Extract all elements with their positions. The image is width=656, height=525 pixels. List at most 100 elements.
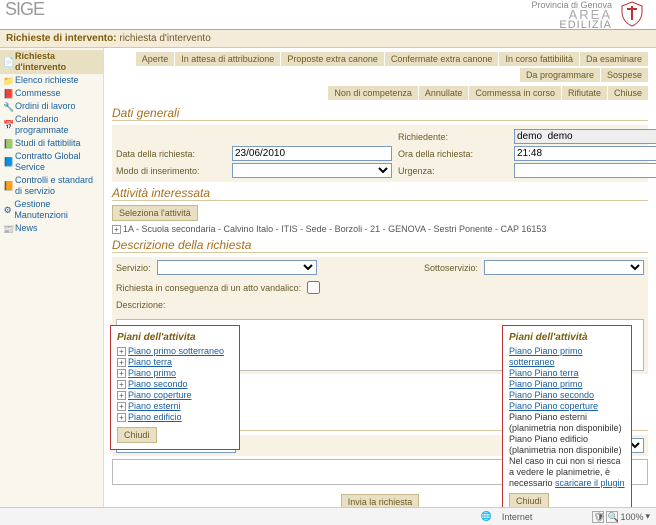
- chevron-down-icon[interactable]: ▾: [645, 511, 650, 522]
- desc-row-2: Richiesta in conseguenza di un atto vand…: [112, 278, 648, 297]
- zoom-icon[interactable]: 🔍: [606, 511, 618, 523]
- sidebar: 📄Richiesta d'intervento📁Elenco richieste…: [0, 48, 104, 508]
- status-net: Internet: [502, 512, 533, 522]
- attivita-text: +1A - Scuola secondaria - Calvino Italo …: [112, 224, 648, 234]
- sidebar-icon: 🔧: [3, 102, 13, 112]
- zoom-controls: 🛡 🔍 100% ▾: [592, 511, 650, 523]
- sidebar-item-0[interactable]: 📄Richiesta d'intervento: [0, 50, 103, 74]
- piano-right-link-0[interactable]: Piano Piano primo sotterraneo: [509, 346, 625, 368]
- sidebar-item-2[interactable]: 📕Commesse: [0, 87, 103, 100]
- tab-non-di-competenza[interactable]: Non di competenza: [328, 86, 418, 100]
- sidebar-label: Calendario programmate: [15, 114, 100, 136]
- section-dati: Dati generali: [112, 106, 648, 121]
- zoom-value: 100%: [620, 512, 643, 522]
- sidebar-icon: 📁: [3, 76, 13, 86]
- sidebar-item-1[interactable]: 📁Elenco richieste: [0, 74, 103, 87]
- expand-icon[interactable]: +: [117, 380, 126, 389]
- expand-icon[interactable]: +: [117, 347, 126, 356]
- area-block: Provincia di Genova AREA EDILIZIA: [531, 0, 612, 30]
- sidebar-label: Richiesta d'intervento: [15, 51, 100, 73]
- expand-icon[interactable]: +: [117, 402, 126, 411]
- sidebar-item-9[interactable]: 📰News: [0, 222, 103, 235]
- tab-chiuse[interactable]: Chiuse: [608, 86, 648, 100]
- piano-link-4[interactable]: +Piano coperture: [117, 390, 233, 401]
- tab-in-corso-fattibilit-[interactable]: In corso fattibilità: [499, 52, 579, 66]
- vand-checkbox[interactable]: [307, 281, 320, 294]
- sidebar-item-7[interactable]: 📙Controlli e standard di servizio: [0, 174, 103, 198]
- servizio-label: Servizio:: [116, 263, 151, 273]
- tab-da-programmare[interactable]: Da programmare: [520, 68, 600, 82]
- piano-link-1[interactable]: +Piano terra: [117, 357, 233, 368]
- tab-sospese[interactable]: Sospese: [601, 68, 648, 82]
- download-plugin-link[interactable]: scaricare il plugin: [555, 478, 625, 488]
- piani-right-txt2: Piano Piano edificio (planimetria non di…: [509, 434, 625, 456]
- piani-right-txt3: Nel caso in cui non si riesca a vedere l…: [509, 456, 625, 489]
- sidebar-icon: 📅: [3, 120, 13, 130]
- sidebar-label: Gestione Manutenzioni: [14, 199, 100, 221]
- tab-in-attesa-di-attribuzione[interactable]: In attesa di attribuzione: [175, 52, 280, 66]
- ora-label: Ora della richiesta:: [398, 149, 508, 159]
- piano-right-link-3[interactable]: Piano Piano secondo: [509, 390, 625, 401]
- sidebar-item-4[interactable]: 📅Calendario programmate: [0, 113, 103, 137]
- expand-icon[interactable]: +: [117, 413, 126, 422]
- invia-button[interactable]: Invia la richiesta: [341, 494, 420, 508]
- sidebar-item-8[interactable]: ⚙Gestione Manutenzioni: [0, 198, 103, 222]
- section-att: Attività interessata: [112, 186, 648, 201]
- modo-select[interactable]: [232, 163, 392, 178]
- expand-icon[interactable]: +: [117, 358, 126, 367]
- data-input[interactable]: [232, 146, 392, 161]
- expand-icon[interactable]: +: [117, 369, 126, 378]
- sidebar-label: Controlli e standard di servizio: [15, 175, 100, 197]
- sottoservizio-select[interactable]: [484, 260, 644, 275]
- piano-link-6[interactable]: +Piano edificio: [117, 412, 233, 423]
- seleziona-attivita-button[interactable]: Seleziona l'attività: [112, 205, 198, 221]
- tab-confermate-extra-canone[interactable]: Confermate extra canone: [385, 52, 499, 66]
- sidebar-icon: 📘: [3, 157, 13, 167]
- area-name: EDILIZIA: [531, 20, 612, 30]
- piano-right-link-1[interactable]: Piano Piano terra: [509, 368, 625, 379]
- breadcrumb: Richieste di intervento: richiesta d'int…: [0, 30, 656, 48]
- sottoservizio-label: Sottoservizio:: [424, 263, 478, 273]
- urg-select[interactable]: [514, 163, 656, 178]
- security-icon[interactable]: 🛡: [592, 511, 604, 523]
- piano-right-link-2[interactable]: Piano Piano primo: [509, 379, 625, 390]
- piano-link-2[interactable]: +Piano primo: [117, 368, 233, 379]
- crest-icon: [618, 0, 646, 28]
- sidebar-icon: 📙: [3, 181, 13, 191]
- dati-form: Richiedente: Data della richiesta: Ora d…: [112, 125, 648, 182]
- sidebar-icon: 📗: [3, 139, 13, 149]
- sidebar-icon: 📕: [3, 89, 13, 99]
- tab-aperte[interactable]: Aperte: [136, 52, 175, 66]
- sidebar-item-3[interactable]: 🔧Ordini di lavoro: [0, 100, 103, 113]
- sidebar-item-6[interactable]: 📘Contratto Global Service: [0, 150, 103, 174]
- tab-annullate[interactable]: Annullate: [419, 86, 469, 100]
- sidebar-label: Commesse: [15, 88, 61, 99]
- piano-link-5[interactable]: +Piano esterni: [117, 401, 233, 412]
- piani-box-left: Piani dell'attivita +Piano primo sotterr…: [110, 325, 240, 450]
- piano-link-3[interactable]: +Piano secondo: [117, 379, 233, 390]
- status-bar: 🌐 Internet 🛡 🔍 100% ▾: [0, 507, 656, 525]
- expand-icon[interactable]: +: [117, 391, 126, 400]
- tab-proposte-extra-canone[interactable]: Proposte extra canone: [281, 52, 384, 66]
- piano-right-link-4[interactable]: Piano Piano coperture: [509, 401, 625, 412]
- richiedente-label: Richiedente:: [398, 132, 508, 142]
- tab-rifiutate[interactable]: Rifiutate: [562, 86, 607, 100]
- breadcrumb-section: Richieste di intervento:: [6, 33, 117, 44]
- sidebar-icon: 📰: [3, 224, 13, 234]
- servizio-select[interactable]: [157, 260, 317, 275]
- descr-label: Descrizione:: [116, 300, 644, 310]
- ora-input[interactable]: [514, 146, 656, 161]
- sidebar-item-5[interactable]: 📗Studi di fattibilita: [0, 137, 103, 150]
- tab-commessa-in-corso[interactable]: Commessa in corso: [469, 86, 561, 100]
- breadcrumb-page: richiesta d'intervento: [119, 33, 210, 44]
- richiedente-input[interactable]: [514, 129, 656, 144]
- piani-left-close-button[interactable]: Chiudi: [117, 427, 157, 443]
- section-desc: Descrizione della richiesta: [112, 238, 648, 253]
- modo-label: Modo di inserimento:: [116, 166, 226, 176]
- piani-right-txt1: Piano Piano esterni (planimetria non dis…: [509, 412, 625, 434]
- expand-icon[interactable]: +: [112, 225, 121, 234]
- globe-icon: 🌐: [481, 511, 492, 522]
- tab-da-esaminare[interactable]: Da esaminare: [580, 52, 648, 66]
- piano-link-0[interactable]: +Piano primo sotterraneo: [117, 346, 233, 357]
- sidebar-label: Contratto Global Service: [15, 151, 100, 173]
